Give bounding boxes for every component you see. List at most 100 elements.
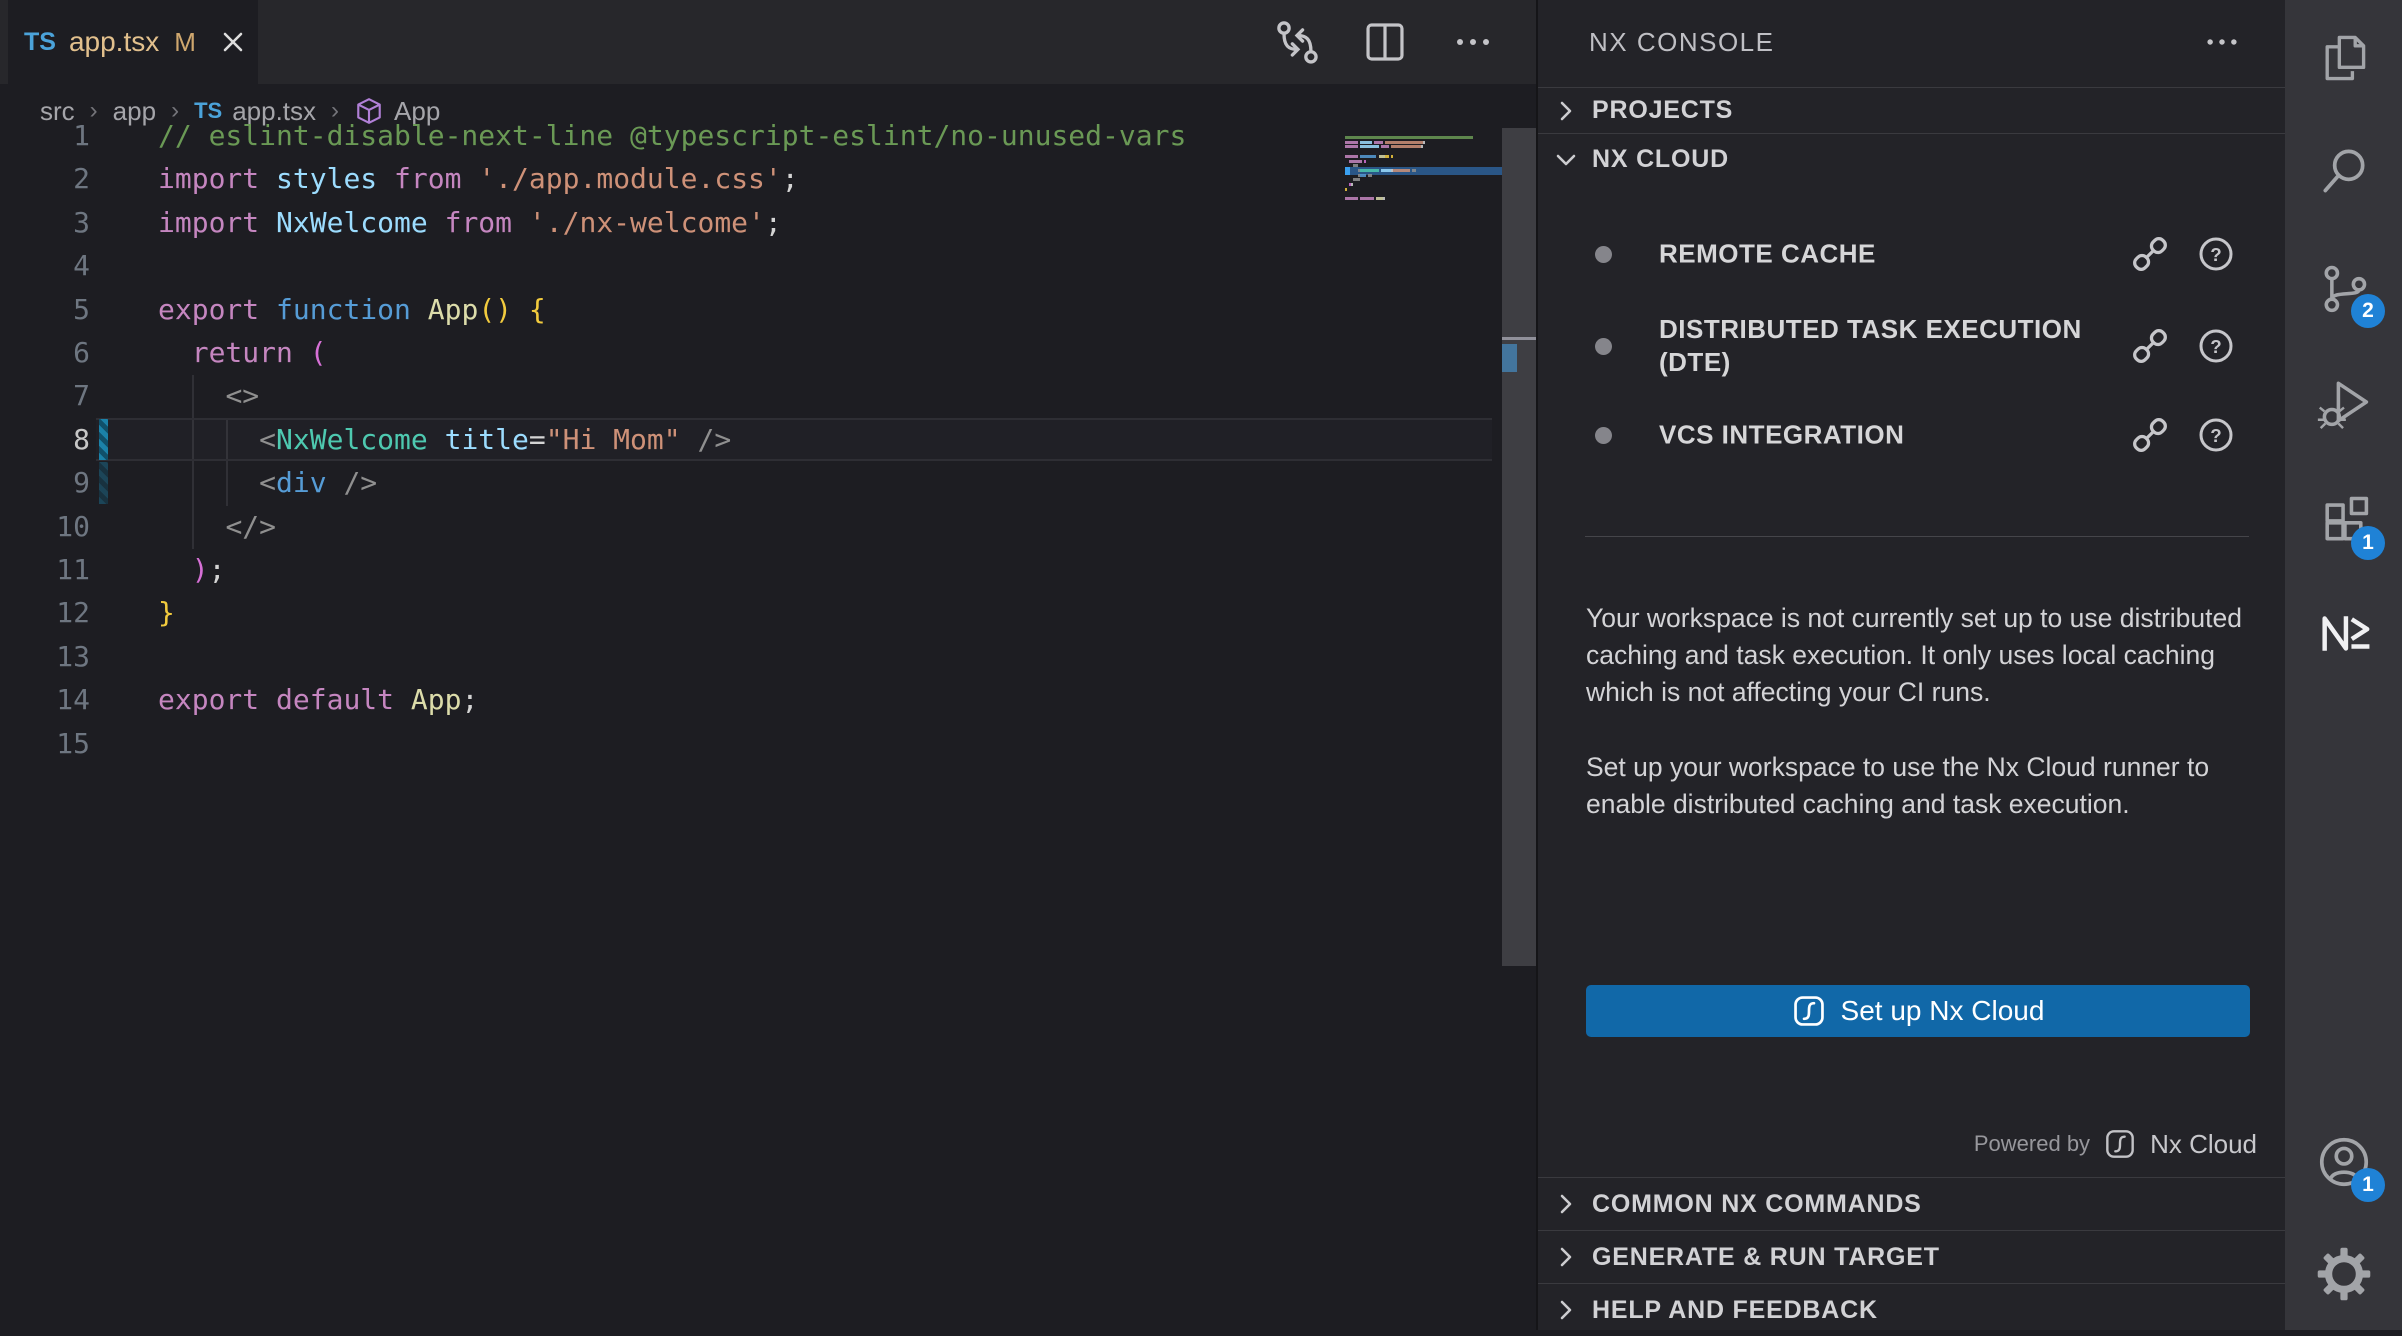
minimap-line — [1345, 174, 1372, 177]
nx-cloud-description: Your workspace is not currently set up t… — [1586, 600, 2276, 861]
code-line[interactable]: 5 export function App() { — [0, 288, 1502, 332]
panel-more-actions-icon[interactable] — [2199, 24, 2245, 60]
code-line[interactable]: 10 </> — [0, 505, 1502, 549]
status-bullet-icon — [1595, 246, 1612, 263]
chevron-right-icon — [1552, 1243, 1580, 1271]
tab-title: app.tsx — [69, 26, 159, 58]
code-line[interactable]: 8 <NxWelcome title="Hi Mom" /> — [0, 418, 1502, 462]
code-editor[interactable]: 1 // eslint-disable-next-line @typescript… — [0, 114, 1502, 814]
chevron-right-icon — [1552, 97, 1580, 125]
description-paragraph: Set up your workspace to use the Nx Clou… — [1586, 749, 2276, 823]
tab-bar: TS app.tsx M — [0, 0, 1536, 84]
section-common-nx-commands[interactable]: COMMON NX COMMANDS — [1538, 1177, 2287, 1230]
tab-app-tsx[interactable]: TS app.tsx M — [8, 0, 258, 84]
svg-text:?: ? — [2210, 244, 2221, 265]
line-number: 4 — [0, 244, 90, 288]
run-and-debug-icon[interactable] — [2285, 352, 2402, 452]
code-line[interactable]: 12} — [0, 591, 1502, 635]
accounts-badge: 1 — [2351, 1168, 2385, 1202]
code-text: export function App() { — [158, 288, 546, 332]
git-modified-badge: M — [174, 27, 196, 58]
section-generate-run-target[interactable]: GENERATE & RUN TARGET — [1538, 1230, 2287, 1283]
help-question-icon[interactable]: ? — [2194, 413, 2238, 457]
line-number: 14 — [0, 678, 90, 722]
connect-plug-icon[interactable] — [2128, 413, 2172, 457]
close-tab-icon[interactable] — [219, 28, 247, 56]
settings-gear-icon[interactable] — [2285, 1224, 2402, 1324]
code-line[interactable]: 14export default App; — [0, 678, 1502, 722]
svg-text:?: ? — [2210, 336, 2221, 357]
code-line[interactable]: 7 <> — [0, 374, 1502, 418]
section-help-and-feedback[interactable]: HELP AND FEEDBACK — [1538, 1283, 2287, 1336]
minimap-line — [1345, 197, 1385, 200]
minimap-line — [1345, 136, 1473, 139]
nx-cloud-logo-icon — [1792, 994, 1826, 1028]
setup-nx-cloud-button[interactable]: Set up Nx Cloud — [1586, 985, 2250, 1037]
code-line[interactable]: 6 return ( — [0, 331, 1502, 375]
compare-changes-icon[interactable] — [1270, 15, 1324, 69]
code-text: <> — [158, 374, 259, 418]
code-line[interactable]: 4 — [0, 244, 1502, 288]
code-line[interactable]: 3import NxWelcome from './nx-welcome'; — [0, 201, 1502, 245]
code-line[interactable]: 9 <div /> — [0, 461, 1502, 505]
help-question-icon[interactable]: ? — [2194, 232, 2238, 276]
line-number: 8 — [0, 418, 90, 462]
explorer-icon[interactable] — [2285, 8, 2402, 108]
search-icon[interactable] — [2285, 120, 2402, 220]
extensions-icon[interactable]: 1 — [2285, 470, 2402, 570]
chevron-right-icon — [1552, 1190, 1580, 1218]
connect-plug-icon[interactable] — [2128, 324, 2172, 368]
code-text: // eslint-disable-next-line @typescript-… — [158, 114, 1186, 158]
section-nx-cloud[interactable]: NX CLOUD — [1538, 133, 2287, 185]
line-number: 12 — [0, 591, 90, 635]
line-number: 1 — [0, 114, 90, 158]
code-line[interactable]: 11 ); — [0, 548, 1502, 592]
minimap-line — [1345, 183, 1353, 186]
code-line[interactable]: 15 — [0, 722, 1502, 766]
help-question-icon[interactable]: ? — [2194, 324, 2238, 368]
minimap-line — [1345, 145, 1423, 148]
split-editor-icon[interactable] — [1358, 15, 1412, 69]
activity-bar: 2 1 1 — [2285, 0, 2402, 1330]
code-text: ); — [158, 548, 225, 592]
editor-scrollbar[interactable] — [1502, 128, 1536, 966]
nx-cloud-feature-row: VCS INTEGRATION? — [1538, 409, 2287, 461]
feature-label: REMOTE CACHE — [1659, 238, 2119, 271]
code-line[interactable]: 1 // eslint-disable-next-line @typescript… — [0, 114, 1502, 158]
overview-ruler-modified-marker — [1502, 344, 1517, 372]
connect-plug-icon[interactable] — [2128, 232, 2172, 276]
minimap[interactable] — [1345, 136, 1502, 306]
editor-actions — [1270, 0, 1500, 84]
line-number: 11 — [0, 548, 90, 592]
source-control-badge: 2 — [2351, 294, 2385, 328]
typescript-file-icon: TS — [24, 28, 56, 57]
source-control-icon[interactable]: 2 — [2285, 238, 2402, 338]
feature-label: VCS INTEGRATION — [1659, 419, 2119, 452]
code-line[interactable]: 2 import styles from './app.module.css'; — [0, 157, 1502, 201]
status-bullet-icon — [1595, 338, 1612, 355]
line-number: 10 — [0, 505, 90, 549]
status-bullet-icon — [1595, 427, 1612, 444]
description-paragraph: Your workspace is not currently set up t… — [1586, 600, 2276, 711]
accounts-icon[interactable]: 1 — [2285, 1112, 2402, 1212]
line-number: 13 — [0, 635, 90, 679]
extensions-badge: 1 — [2351, 526, 2385, 560]
line-number: 3 — [0, 201, 90, 245]
section-projects[interactable]: PROJECTS — [1538, 87, 2287, 133]
nx-console-icon[interactable] — [2285, 583, 2402, 683]
code-line[interactable]: 13 — [0, 635, 1502, 679]
overview-ruler-cursor-marker — [1502, 337, 1536, 340]
code-text: import styles from './app.module.css'; — [158, 157, 799, 201]
nx-cloud-feature-row: REMOTE CACHE? — [1538, 228, 2287, 280]
chevron-right-icon — [1552, 1296, 1580, 1324]
line-number: 7 — [0, 374, 90, 418]
line-number: 5 — [0, 288, 90, 332]
line-number: 2 — [0, 157, 90, 201]
editor-group: TS app.tsx M — [0, 0, 1536, 1330]
minimap-line — [1345, 164, 1358, 167]
code-text: <NxWelcome title="Hi Mom" /> — [158, 418, 731, 462]
minimap-line — [1345, 155, 1393, 158]
line-number: 6 — [0, 331, 90, 375]
code-text: </> — [158, 505, 276, 549]
more-actions-icon[interactable] — [1446, 15, 1500, 69]
